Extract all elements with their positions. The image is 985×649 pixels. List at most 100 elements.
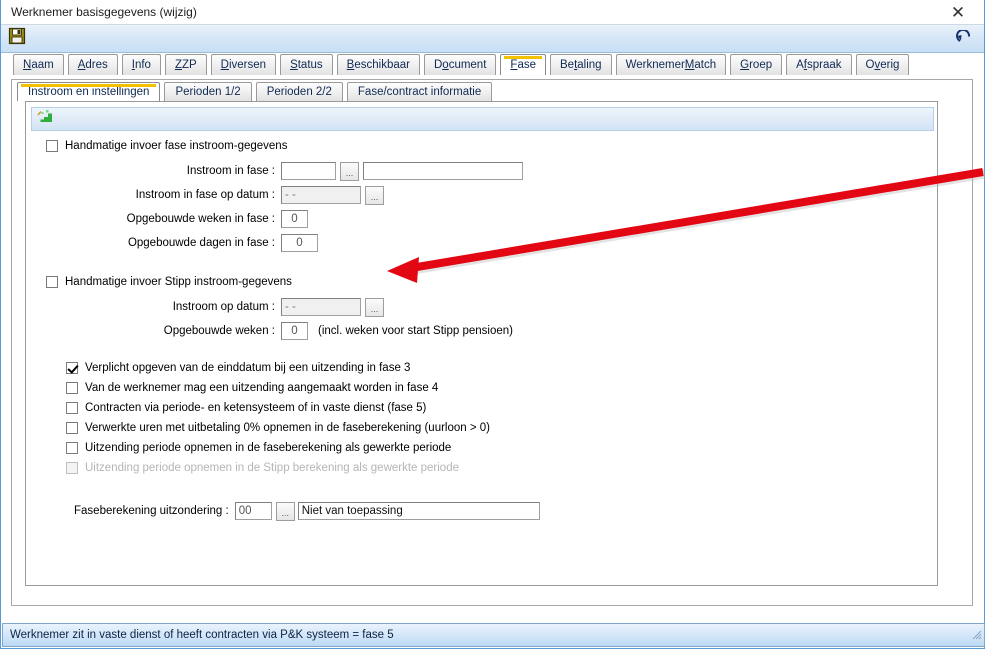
tab-werknemermatch[interactable]: WerknemerMatch bbox=[615, 54, 727, 75]
tab-info[interactable]: Info bbox=[121, 54, 161, 75]
instroom-in-fase-label: Instroom in fase : bbox=[186, 165, 275, 177]
fase-option-label: Uitzending periode opnemen in de Stipp b… bbox=[85, 462, 459, 474]
tab-label: Betaling bbox=[559, 59, 602, 71]
fase-option-checkbox[interactable] bbox=[66, 402, 78, 414]
opgebouwde-weken-in-fase-label: Opgebouwde weken in fase : bbox=[126, 213, 275, 225]
instroom-in-fase-op-datum-label: Instroom in fase op datum : bbox=[135, 189, 275, 201]
stipp-instroom-op-datum-lookup-button[interactable]: ... bbox=[365, 297, 384, 317]
handmatige-invoer-stipp-label: Handmatige invoer Stipp instroom-gegeven… bbox=[65, 276, 292, 288]
stipp-instroom-op-datum-input[interactable]: - - bbox=[281, 298, 361, 316]
faseberekening-uitzondering-description[interactable]: Niet van toepassing bbox=[297, 502, 540, 520]
tab-label: Groep bbox=[740, 59, 773, 71]
fase-option-label: Contracten via periode- en ketensysteem … bbox=[85, 402, 427, 414]
tab-label: Overig bbox=[865, 59, 900, 71]
tab-label: Naam bbox=[23, 59, 54, 71]
opgebouwde-weken-in-fase-row: Opgebouwde weken in fase : 0 bbox=[26, 208, 939, 230]
panel-header-bar bbox=[31, 107, 934, 131]
fase-option-checkbox[interactable] bbox=[66, 442, 78, 454]
instroom-in-fase-op-datum-input[interactable]: - - bbox=[281, 186, 361, 204]
subtab-label: Perioden 1/2 bbox=[175, 86, 241, 98]
faseberekening-uitzondering-row: Faseberekening uitzondering : 00 ... Nie… bbox=[74, 500, 939, 522]
stipp-opgebouwde-weken-row: Opgebouwde weken : 0 (incl. weken voor s… bbox=[26, 320, 939, 342]
tab-label: Beschikbaar bbox=[346, 59, 410, 71]
fase-option-row[interactable]: Verplicht opgeven van de einddatum bij e… bbox=[66, 358, 939, 378]
fase-option-row[interactable]: Contracten via periode- en ketensysteem … bbox=[66, 398, 939, 418]
fase-option-checkbox[interactable] bbox=[66, 422, 78, 434]
handmatige-invoer-stipp-checkbox-row[interactable]: Handmatige invoer Stipp instroom-gegeven… bbox=[46, 272, 939, 292]
green-chart-wand-icon[interactable] bbox=[37, 108, 54, 130]
tab-label: Info bbox=[131, 59, 151, 71]
tab-betaling[interactable]: Betaling bbox=[549, 54, 612, 75]
instroom-in-fase-lookup-button[interactable]: ... bbox=[340, 161, 359, 181]
tab-groep[interactable]: Groep bbox=[730, 54, 783, 75]
tab-label: ZZP bbox=[174, 59, 197, 71]
handmatige-invoer-fase-label: Handmatige invoer fase instroom-gegevens bbox=[65, 140, 288, 152]
tab-label: Diversen bbox=[220, 59, 267, 71]
fase-option-label: Uitzending periode opnemen in de faseber… bbox=[85, 442, 452, 454]
instroom-in-fase-description[interactable] bbox=[363, 162, 523, 180]
fase-option-label: Verplicht opgeven van de einddatum bij e… bbox=[85, 362, 411, 374]
stipp-opgebouwde-weken-hint: (incl. weken voor start Stipp pensioen) bbox=[318, 325, 513, 337]
tab-naam[interactable]: Naam bbox=[13, 54, 64, 75]
fase-option-checkbox bbox=[66, 462, 78, 474]
subtab-perioden-2-2[interactable]: Perioden 2/2 bbox=[255, 82, 343, 101]
handmatige-invoer-stipp-checkbox[interactable] bbox=[46, 276, 58, 288]
tab-label: WerknemerMatch bbox=[625, 59, 717, 71]
instroom-in-fase-op-datum-lookup-button[interactable]: ... bbox=[365, 185, 384, 205]
window-title: Werknemer basisgegevens (wijzig) bbox=[11, 5, 197, 19]
opgebouwde-weken-in-fase-input[interactable]: 0 bbox=[281, 210, 308, 228]
main-tab-strip: Naam Adres Info ZZP Diversen Status Beschikbaa… bbox=[1, 53, 984, 75]
instroom-in-fase-input[interactable] bbox=[281, 162, 336, 180]
instroom-in-fase-op-datum-row: Instroom in fase op datum : - - ... bbox=[26, 184, 939, 206]
subtab-label: Instroom en instellingen bbox=[28, 86, 150, 98]
tab-adres[interactable]: Adres bbox=[67, 54, 118, 75]
tab-status[interactable]: Status bbox=[280, 54, 333, 75]
stipp-opgebouwde-weken-input[interactable]: 0 bbox=[281, 322, 308, 340]
fase-option-label: Van de werknemer mag een uitzending aang… bbox=[85, 382, 439, 394]
tab-label: Status bbox=[290, 59, 323, 71]
tab-label: Adres bbox=[77, 59, 108, 71]
tab-overig[interactable]: Overig bbox=[855, 54, 910, 75]
undo-arrow-icon[interactable] bbox=[956, 28, 974, 51]
subtab-fase-contract-informatie[interactable]: Fase/contract informatie bbox=[346, 82, 493, 101]
fase-option-row[interactable]: Verwerkte uren met uitbetaling 0% opneme… bbox=[66, 418, 939, 438]
fase-option-label: Verwerkte uren met uitbetaling 0% opneme… bbox=[85, 422, 490, 434]
faseberekening-uitzondering-label: Faseberekening uitzondering : bbox=[74, 505, 229, 517]
instroom-in-fase-row: Instroom in fase : ... bbox=[26, 160, 939, 182]
fase-option-row: Uitzending periode opnemen in de Stipp b… bbox=[66, 458, 939, 478]
opgebouwde-dagen-in-fase-input[interactable]: 0 bbox=[281, 234, 318, 252]
stipp-instroom-op-datum-label: Instroom op datum : bbox=[172, 301, 275, 313]
opgebouwde-dagen-in-fase-row: Opgebouwde dagen in fase : 0 bbox=[26, 232, 939, 254]
handmatige-invoer-fase-checkbox-row[interactable]: Handmatige invoer fase instroom-gegevens bbox=[46, 136, 939, 156]
fase-settings-panel: Handmatige invoer fase instroom-gegevens… bbox=[25, 101, 938, 586]
faseberekening-uitzondering-code[interactable]: 00 bbox=[234, 502, 272, 520]
fase-option-checkbox[interactable] bbox=[66, 362, 78, 374]
tab-afspraak[interactable]: Afspraak bbox=[786, 54, 852, 75]
faseberekening-uitzondering-lookup-button[interactable]: ... bbox=[275, 501, 295, 521]
close-icon[interactable]: ✕ bbox=[938, 0, 978, 25]
tab-fase[interactable]: Fase bbox=[500, 54, 546, 75]
sub-tab-strip: Instroom en instellingen Perioden 1/2 Peri… bbox=[17, 82, 493, 101]
stipp-opgebouwde-weken-label: Opgebouwde weken : bbox=[163, 325, 275, 337]
status-bar: Werknemer zit in vaste dienst of heeft c… bbox=[2, 623, 985, 647]
stipp-instroom-op-datum-row: Instroom op datum : - - ... bbox=[26, 296, 939, 318]
fase-option-row[interactable]: Uitzending periode opnemen in de faseber… bbox=[66, 438, 939, 458]
title-bar: Werknemer basisgegevens (wijzig) ✕ bbox=[1, 0, 984, 25]
tab-document[interactable]: Document bbox=[423, 54, 497, 75]
save-floppy-icon[interactable] bbox=[8, 27, 26, 50]
toolbar bbox=[1, 25, 984, 53]
tab-zzp[interactable]: ZZP bbox=[164, 54, 207, 75]
fase-form: Handmatige invoer fase instroom-gegevens… bbox=[26, 136, 939, 522]
subtab-instroom-en-instellingen[interactable]: Instroom en instellingen bbox=[17, 82, 161, 101]
subtab-label: Fase/contract informatie bbox=[357, 86, 482, 98]
tab-diversen[interactable]: Diversen bbox=[210, 54, 277, 75]
fase-option-checkbox[interactable] bbox=[66, 382, 78, 394]
tab-beschikbaar[interactable]: Beschikbaar bbox=[336, 54, 420, 75]
subtab-perioden-1-2[interactable]: Perioden 1/2 bbox=[164, 82, 252, 101]
resize-grip-icon[interactable] bbox=[970, 627, 982, 645]
opgebouwde-dagen-in-fase-label: Opgebouwde dagen in fase : bbox=[127, 237, 275, 249]
fase-options-list: Verplicht opgeven van de einddatum bij e… bbox=[66, 358, 939, 478]
handmatige-invoer-fase-checkbox[interactable] bbox=[46, 140, 58, 152]
tab-label: Document bbox=[433, 59, 487, 71]
fase-option-row[interactable]: Van de werknemer mag een uitzending aang… bbox=[66, 378, 939, 398]
